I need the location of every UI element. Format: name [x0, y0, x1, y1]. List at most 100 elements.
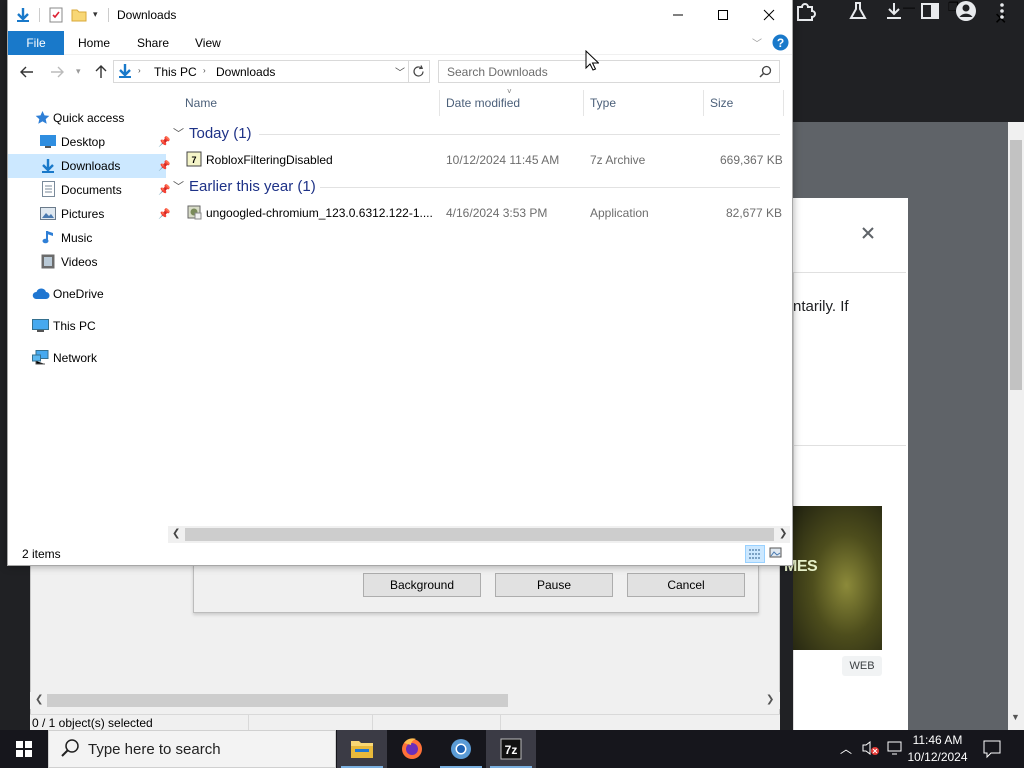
documents-icon	[42, 181, 55, 197]
pin-icon[interactable]: 📌	[158, 185, 170, 196]
notifications-icon[interactable]	[982, 739, 1002, 759]
scroll-down-arrow-icon[interactable]: ▼	[1011, 712, 1020, 722]
scroll-right-arrow-icon[interactable]: ❯	[766, 694, 774, 705]
dialog-card-header	[793, 198, 906, 273]
sidebar-item-videos[interactable]: Videos	[8, 250, 166, 274]
column-type[interactable]: Type	[590, 96, 616, 110]
tab-view[interactable]: View	[195, 36, 221, 50]
breadcrumb-this-pc[interactable]: This PC	[154, 65, 197, 79]
group-header-earlier-this-year[interactable]: Earlier this year (1)	[189, 178, 316, 195]
tab-share[interactable]: Share	[137, 36, 169, 50]
video-thumbnail[interactable]	[793, 506, 882, 650]
download-icon[interactable]	[883, 0, 905, 22]
sidebar-item-desktop[interactable]: Desktop 📌	[8, 130, 170, 154]
pause-button[interactable]: Pause	[495, 573, 613, 597]
music-icon	[42, 229, 55, 245]
web-badge: WEB	[842, 656, 882, 676]
page-scrollbar-thumb[interactable]	[1010, 140, 1022, 390]
column-separator[interactable]	[439, 90, 440, 116]
clock-date[interactable]: 10/12/2024	[900, 750, 975, 764]
expand-ribbon-icon[interactable]: ﹀	[752, 35, 762, 50]
maximize-button[interactable]	[700, 0, 746, 30]
sidebar-item-quick-access[interactable]: Quick access	[8, 106, 166, 130]
side-panel-icon[interactable]	[919, 0, 941, 22]
collapse-group-icon[interactable]: ﹀	[173, 178, 184, 194]
recent-locations-icon[interactable]: ▾	[76, 66, 81, 77]
help-icon[interactable]: ?	[772, 34, 789, 51]
tab-home[interactable]: Home	[78, 36, 110, 50]
taskbar-chromium[interactable]	[436, 730, 486, 768]
application-installer-icon	[186, 204, 202, 220]
breadcrumb-chevron-icon[interactable]: ›	[203, 66, 206, 75]
file-size: 82,677 KB	[726, 206, 783, 220]
pin-icon[interactable]: 📌	[158, 137, 170, 148]
scroll-left-arrow-icon[interactable]: ❮	[35, 694, 43, 705]
downloads-location-icon	[117, 63, 133, 79]
search-placeholder: Search Downloads	[447, 65, 548, 79]
windows-logo-icon	[16, 741, 32, 757]
sidebar-item-this-pc[interactable]: This PC	[8, 314, 166, 338]
dialog-card	[793, 198, 908, 730]
sidebar-item-onedrive[interactable]: OneDrive	[8, 282, 166, 306]
close-icon[interactable]	[860, 225, 876, 241]
more-menu-icon[interactable]	[991, 0, 1013, 22]
7z-archive-icon: 7	[186, 151, 202, 167]
scroll-right-arrow-icon[interactable]: ❯	[779, 528, 787, 539]
background-button[interactable]: Background	[363, 573, 481, 597]
details-view-button[interactable]	[745, 545, 765, 563]
scroll-left-arrow-icon[interactable]: ❮	[172, 528, 180, 539]
taskbar-file-explorer[interactable]	[337, 730, 387, 768]
tab-file[interactable]: File	[8, 31, 64, 55]
status-separator	[372, 715, 373, 730]
collapse-group-icon[interactable]: ﹀	[173, 125, 184, 141]
star-icon	[35, 110, 50, 125]
customize-toolbar-icon[interactable]: ▾	[93, 9, 98, 20]
back-arrow-icon[interactable]	[19, 64, 35, 80]
cancel-button[interactable]: Cancel	[627, 573, 745, 597]
start-button[interactable]	[0, 730, 48, 768]
column-size[interactable]: Size	[710, 96, 733, 110]
taskbar-7zip[interactable]: 7z	[486, 730, 536, 768]
column-separator[interactable]	[583, 90, 584, 116]
sidebar-item-pictures[interactable]: Pictures 📌	[8, 202, 170, 226]
horizontal-scrollbar-thumb[interactable]	[185, 528, 774, 541]
downloads-icon	[40, 158, 56, 174]
show-hidden-icons-icon[interactable]: ︿	[840, 740, 852, 757]
sidebar-item-documents[interactable]: Documents 📌	[8, 178, 170, 202]
refresh-icon	[413, 65, 424, 77]
column-name[interactable]: Name	[185, 96, 217, 110]
sidebar-item-music[interactable]: Music	[8, 226, 166, 250]
column-separator[interactable]	[703, 90, 704, 116]
group-header-today[interactable]: Today (1)	[189, 125, 252, 142]
minimize-button[interactable]	[655, 0, 701, 30]
group-divider	[259, 134, 780, 135]
volume-muted-icon[interactable]	[862, 740, 880, 756]
column-separator[interactable]	[783, 90, 784, 116]
properties-icon[interactable]	[48, 7, 64, 23]
up-arrow-icon[interactable]	[93, 64, 109, 80]
address-dropdown-icon[interactable]: ﹀	[395, 64, 405, 79]
7zip-scrollbar-thumb[interactable]	[47, 694, 508, 707]
labs-flask-icon[interactable]	[847, 0, 869, 22]
taskbar-firefox[interactable]	[387, 730, 437, 768]
svg-text:?: ?	[777, 36, 784, 50]
close-button[interactable]	[746, 0, 792, 30]
network-icon	[32, 350, 49, 365]
clock-time[interactable]: 11:46 AM	[900, 733, 975, 747]
column-date-modified[interactable]: Date modified	[446, 96, 520, 110]
breadcrumb-chevron-icon[interactable]: ›	[138, 66, 141, 75]
large-icons-view-icon	[769, 547, 782, 558]
search-icon	[759, 65, 772, 78]
chromium-icon	[451, 739, 471, 759]
minimize-icon	[673, 14, 683, 16]
forward-arrow-icon[interactable]	[49, 64, 65, 80]
sidebar-item-network[interactable]: Network	[8, 346, 166, 370]
breadcrumb-downloads[interactable]: Downloads	[216, 65, 275, 79]
new-folder-icon[interactable]	[71, 7, 87, 23]
large-icons-view-button[interactable]	[767, 545, 787, 563]
refresh-button[interactable]	[409, 60, 430, 83]
profile-avatar-icon[interactable]	[955, 0, 977, 22]
sidebar-item-downloads[interactable]: Downloads 📌	[8, 154, 170, 178]
videos-icon	[41, 254, 55, 269]
extensions-icon[interactable]	[794, 0, 816, 22]
